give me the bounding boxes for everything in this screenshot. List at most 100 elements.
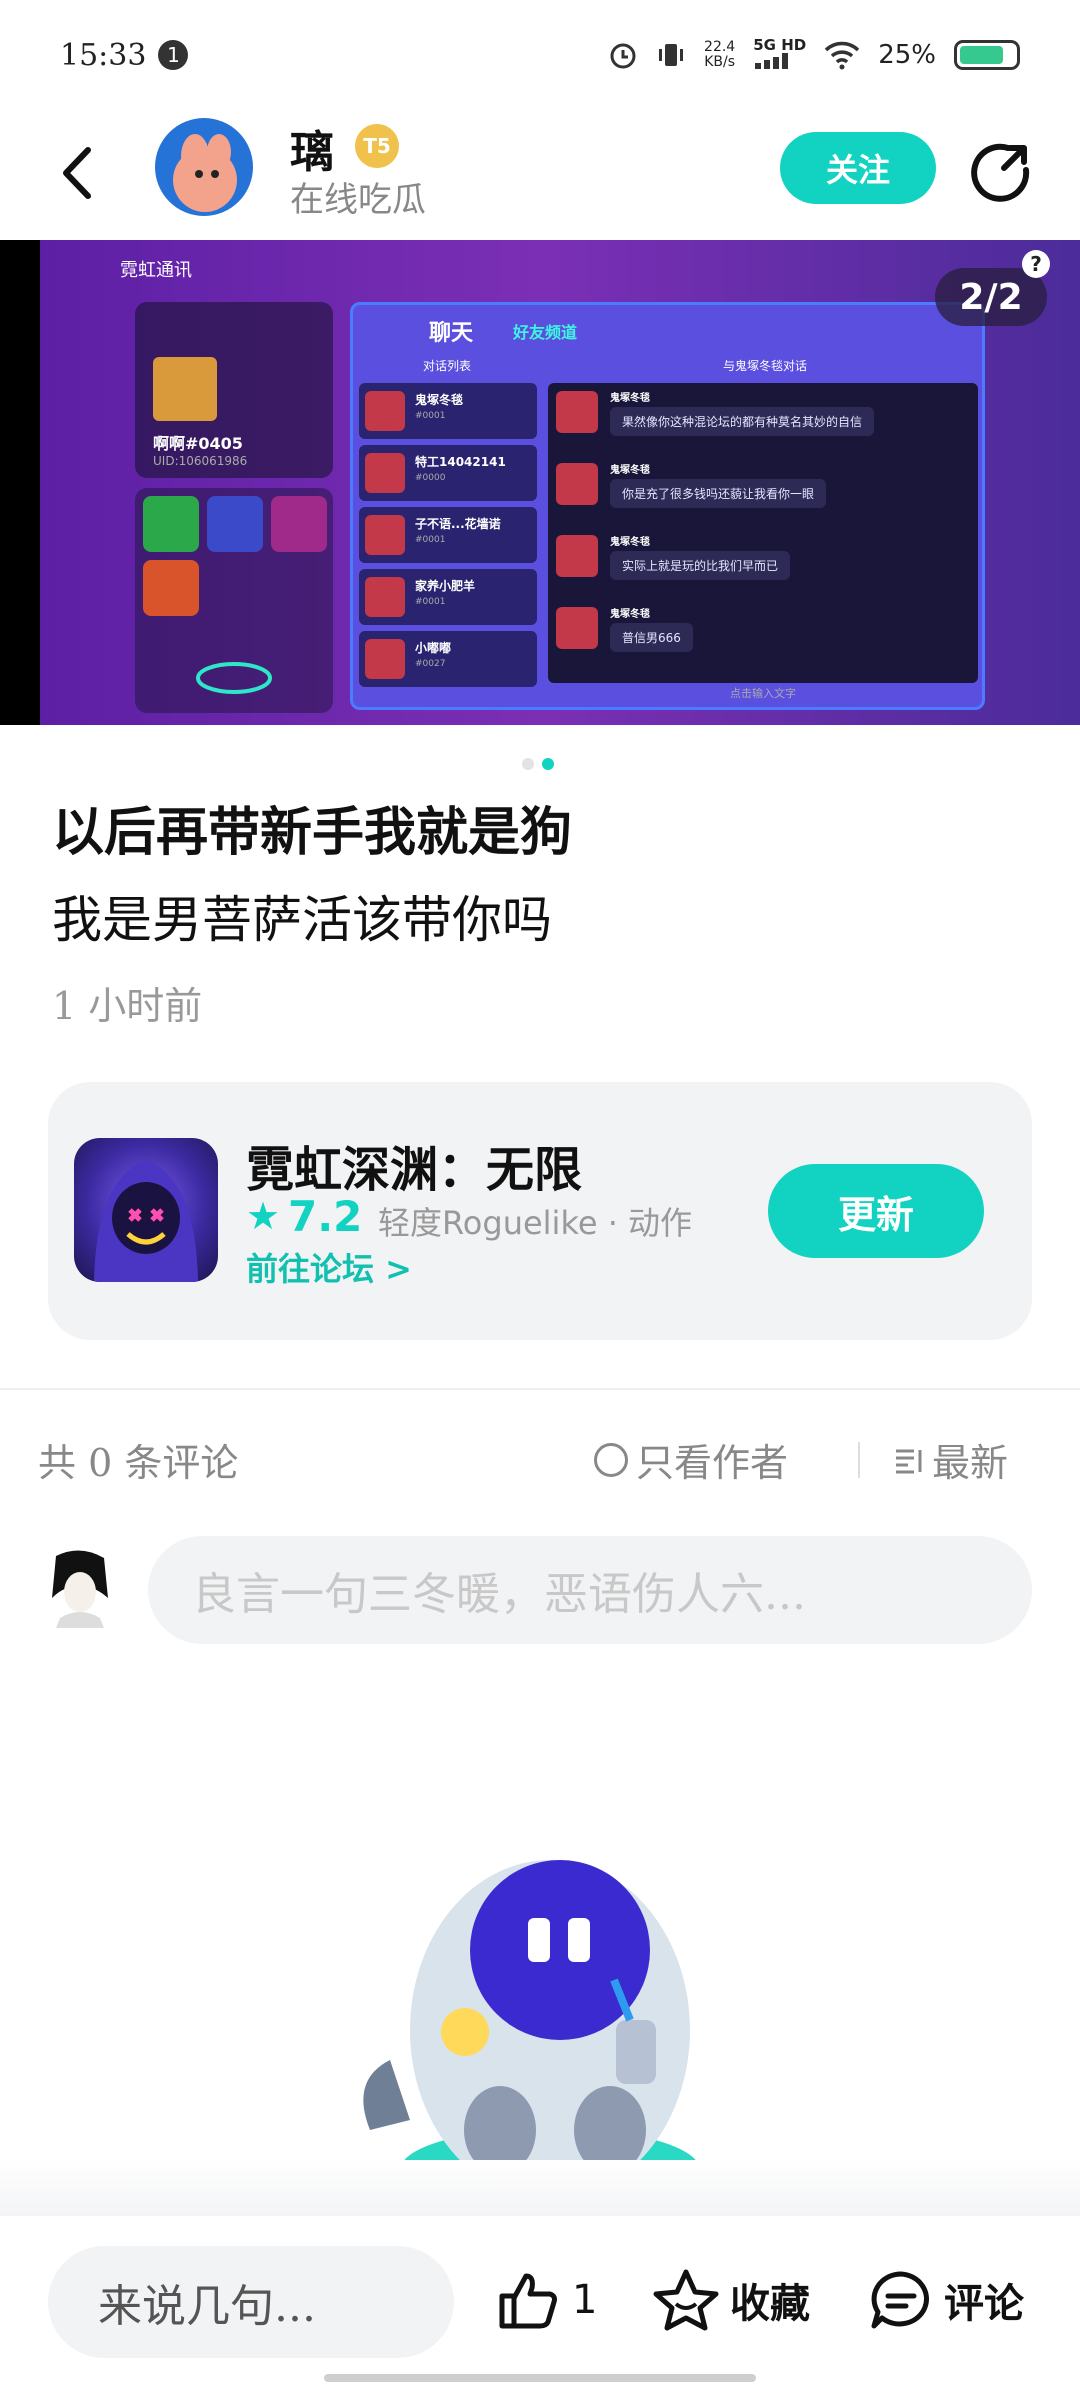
notification-badge: 1 (158, 40, 189, 70)
battery-fill (960, 46, 1003, 64)
post-header: 璃 T5 在线吃瓜 关注 (0, 110, 1080, 240)
empty-mascot-icon (363, 1860, 700, 2212)
chat-title: 聊天 (429, 321, 474, 346)
chat-avatar-icon (365, 639, 405, 679)
message-sender: 鬼塚冬毯 (610, 609, 650, 620)
network-label: 5G HD (753, 36, 807, 54)
chat-message: 鬼塚冬毯 果然像你这种混论坛的都有种莫名其妙的自信 (548, 383, 978, 455)
chat-item-id: #0000 (415, 473, 446, 483)
forum-link[interactable]: 前往论坛 > (246, 1244, 412, 1290)
tool-icons-icon (143, 496, 327, 694)
chat-avatar-icon (365, 515, 405, 555)
hooded-character-icon (94, 1160, 198, 1282)
network-indicator: 5G HD (753, 38, 806, 72)
chat-item-id: #0001 (415, 535, 446, 545)
level-value: 5 (376, 134, 391, 158)
back-icon[interactable] (54, 138, 102, 208)
chat-list-label: 对话列表 (423, 359, 472, 373)
sort-toggle[interactable]: 最新 (892, 1432, 1008, 1487)
carousel-dots (522, 758, 554, 770)
chat-input-placeholder: 点击输入文字 (730, 687, 796, 700)
help-icon[interactable]: ? (1022, 250, 1050, 278)
chat-item-name: 小嘟嘟 (415, 641, 452, 655)
chat-item-id: #0001 (415, 597, 446, 607)
message-avatar-icon (556, 607, 598, 649)
author-status: 在线吃瓜 (290, 180, 426, 220)
favorite-label: 收藏 (730, 2281, 810, 2327)
game-profile-card: 啊啊#0405 UID:106061986 (135, 302, 333, 478)
home-indicator[interactable] (324, 2374, 756, 2382)
chat-list: 鬼塚冬毯 #0001 特工14042141 #0000 子不语...花墙诺 #0001… (359, 383, 537, 693)
chat-message: 鬼塚冬毯 普信男666 (548, 599, 978, 671)
chat-list-item: 子不语...花墙诺 #0001 (359, 507, 537, 563)
message-sender: 鬼塚冬毯 (610, 537, 650, 548)
author-name[interactable]: 璃 (290, 116, 334, 180)
carousel-dot[interactable] (522, 758, 534, 770)
image-carousel[interactable]: 霓虹通讯 啊啊#0405 UID:106061986 聊天 好友频道 对话列表 … (0, 240, 1080, 725)
wifi-icon (824, 41, 860, 70)
chat-avatar-icon (365, 453, 405, 493)
chat-conv-label: 与鬼塚冬毯对话 (723, 359, 808, 373)
message-avatar-icon (556, 463, 598, 505)
message-text: 你是充了很多钱吗还藐让我看你一眼 (610, 479, 827, 508)
separator (858, 1442, 860, 1478)
author-avatar[interactable] (155, 118, 253, 216)
say-something-input[interactable]: 来说几句... (48, 2246, 454, 2358)
chat-avatar-icon (365, 391, 405, 431)
battery-icon (954, 40, 1020, 70)
status-bar: 15:33 1 22.4 KB/s 5G HD 25% (0, 0, 1080, 110)
net-speed-value: 22.4 (704, 39, 736, 55)
like-count: 1 (572, 2277, 598, 2323)
post-title: 以后再带新手我就是狗 (52, 802, 573, 863)
comment-label: 评论 (944, 2281, 1024, 2327)
status-time: 15:33 (60, 37, 147, 73)
star-icon: ★ (246, 1194, 281, 1238)
follow-button[interactable]: 关注 (780, 132, 936, 204)
game-name[interactable]: 霓虹深渊：无限 (246, 1130, 582, 1200)
comment-count: 共 0 条评论 (38, 1441, 239, 1485)
signal-icon (755, 53, 789, 69)
chat-message: 鬼塚冬毯你是充了很多钱吗还藐让我看你一眼 (548, 455, 978, 527)
banner-app-title: 霓虹通讯 (120, 260, 192, 281)
chat-list-item: 小嘟嘟 #0027 (359, 631, 537, 687)
update-button[interactable]: 更新 (768, 1164, 984, 1258)
net-speed-unit: KB/s (704, 54, 736, 70)
chat-conversation: 鬼塚冬毯 果然像你这种混论坛的都有种莫名其妙的自信 鬼塚冬毯你是充了很多钱吗还藐让… (548, 383, 978, 683)
game-card[interactable]: 霓虹深渊：无限 ★ 7.2 轻度Roguelike · 动作 前往论坛 > 更新 (48, 1082, 1032, 1340)
comment-input[interactable]: 良言一句三冬暖，恶语伤人六... (148, 1536, 1032, 1644)
chat-list-item: 鬼塚冬毯 #0001 (359, 383, 537, 439)
star-outline-icon (653, 2269, 719, 2331)
game-tags: 轻度Roguelike · 动作 (378, 1204, 693, 1242)
game-icon[interactable] (74, 1138, 218, 1282)
user-avatar-icon (52, 1550, 108, 1628)
comment-button[interactable]: 评论 (868, 2268, 1024, 2332)
favorite-button[interactable]: 收藏 (652, 2268, 810, 2332)
chat-tab: 好友频道 (513, 323, 578, 342)
message-avatar-icon (556, 391, 598, 433)
chat-item-name: 特工14042141 (415, 455, 506, 469)
alarm-icon (610, 43, 636, 69)
game-rating: 7.2 (288, 1192, 363, 1241)
game-tool-buttons (135, 488, 333, 713)
bottom-action-bar: 来说几句... 1 收藏 评论 (0, 2216, 1080, 2388)
game-profile-uid: UID:106061986 (153, 454, 248, 468)
sort-label: 最新 (932, 1441, 1009, 1485)
chat-message: 鬼塚冬毯实际上就是玩的比我们早而已 (548, 527, 978, 599)
comment-bubble-icon (871, 2271, 929, 2329)
chat-item-name: 子不语...花墙诺 (415, 517, 501, 531)
chat-item-name: 鬼塚冬毯 (415, 393, 464, 407)
author-only-toggle[interactable]: 只看作者 (594, 1432, 788, 1487)
post-body: 我是男菩萨活该带你吗 (52, 891, 552, 949)
message-sender: 鬼塚冬毯 (610, 465, 650, 476)
thumbs-up-icon (499, 2273, 557, 2329)
chat-item-id: #0027 (415, 659, 446, 669)
message-sender: 鬼塚冬毯 (610, 393, 650, 404)
carousel-dot-active[interactable] (542, 758, 554, 770)
share-icon[interactable] (968, 140, 1032, 204)
message-text: 实际上就是玩的比我们早而已 (610, 551, 791, 580)
divider (0, 1388, 1080, 1390)
avatar-image-icon (173, 134, 237, 212)
like-button[interactable]: 1 (496, 2268, 597, 2332)
author-only-label: 只看作者 (636, 1441, 789, 1485)
chat-list-item: 特工14042141 #0000 (359, 445, 537, 501)
